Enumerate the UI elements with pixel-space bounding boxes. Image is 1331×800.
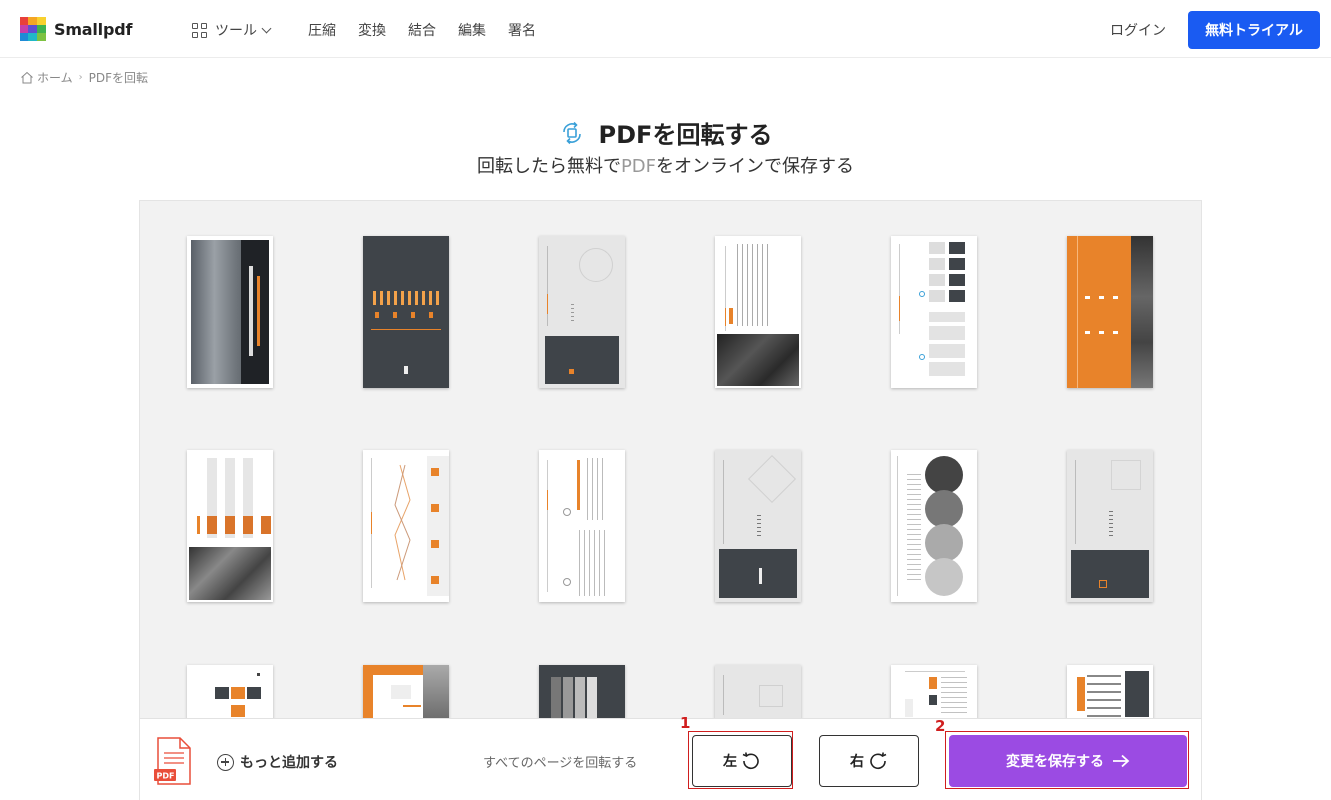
pdf-workspace [139, 200, 1202, 800]
pdf-file-icon: PDF [154, 737, 191, 785]
login-link[interactable]: ログイン [1110, 20, 1166, 40]
nav-link-compress[interactable]: 圧縮 [308, 20, 336, 40]
page-thumbnail[interactable] [539, 450, 625, 602]
free-trial-button[interactable]: 無料トライアル [1188, 11, 1320, 49]
page-thumbnail[interactable] [891, 236, 977, 388]
rotate-right-icon [870, 752, 887, 770]
home-icon [21, 71, 33, 84]
page-thumbnail[interactable] [363, 236, 449, 388]
top-navigation: Smallpdf ツール 圧縮 変換 結合 編集 署名 ログイン 無料トライアル [0, 0, 1331, 58]
breadcrumb-separator: › [78, 72, 83, 83]
rotate-right-button[interactable]: 右 [819, 735, 919, 787]
chart-lines-icon [394, 464, 411, 581]
highlight-box-2 [945, 731, 1189, 789]
page-thumbnail[interactable] [1067, 450, 1153, 602]
nav-link-sign[interactable]: 署名 [508, 20, 536, 40]
brand-name: Smallpdf [54, 19, 133, 39]
page-thumbnail[interactable] [187, 450, 273, 602]
breadcrumb: ホーム › PDFを回転 [20, 69, 148, 86]
rotate-all-label: すべてのページを回転する [483, 756, 638, 771]
nav-link-merge[interactable]: 結合 [408, 20, 436, 40]
tools-menu-label: ツール [215, 23, 257, 39]
page-thumbnail[interactable] [1067, 236, 1153, 388]
svg-text:PDF: PDF [157, 772, 175, 781]
breadcrumb-home[interactable]: ホーム [37, 69, 73, 86]
page-thumbnail[interactable] [539, 236, 625, 388]
page-thumbnail[interactable] [715, 236, 801, 388]
page-subtitle: 回転したら無料でPDFをオンラインで保存する [0, 152, 1331, 178]
nav-link-convert[interactable]: 変換 [358, 20, 386, 40]
smallpdf-logo-icon [20, 17, 46, 41]
page-header: PDFを回転する [0, 115, 1331, 150]
grid-icon [192, 22, 207, 38]
page-title: PDFを回転する [598, 121, 773, 149]
breadcrumb-current: PDFを回転 [88, 71, 149, 85]
plus-circle-icon [217, 753, 234, 771]
highlight-box-1 [688, 731, 793, 789]
page-thumbnail[interactable] [715, 450, 801, 602]
subtitle-start: 回転したら無料で [476, 156, 621, 177]
nav-link-edit[interactable]: 編集 [458, 20, 486, 40]
subtitle-end: をオンラインで保存する [656, 156, 855, 177]
highlight-number-1: 1 [680, 714, 691, 732]
add-more-label: もっと追加する [240, 755, 338, 771]
chevron-down-icon [261, 23, 272, 33]
subtitle-pdf: PDF [620, 156, 657, 177]
page-thumbnail[interactable] [187, 236, 273, 388]
tools-menu[interactable]: ツール [192, 20, 272, 40]
add-more-button[interactable]: もっと追加する [217, 752, 338, 772]
rotate-pdf-icon [562, 121, 581, 144]
page-thumbnail[interactable] [363, 450, 449, 602]
rotate-right-label: 右 [850, 754, 864, 770]
highlight-number-2: 2 [935, 717, 946, 735]
smallpdf-logo[interactable]: Smallpdf [20, 17, 132, 41]
nav-links: 圧縮 変換 結合 編集 署名 [308, 20, 558, 40]
page-thumbnail[interactable] [891, 450, 977, 602]
